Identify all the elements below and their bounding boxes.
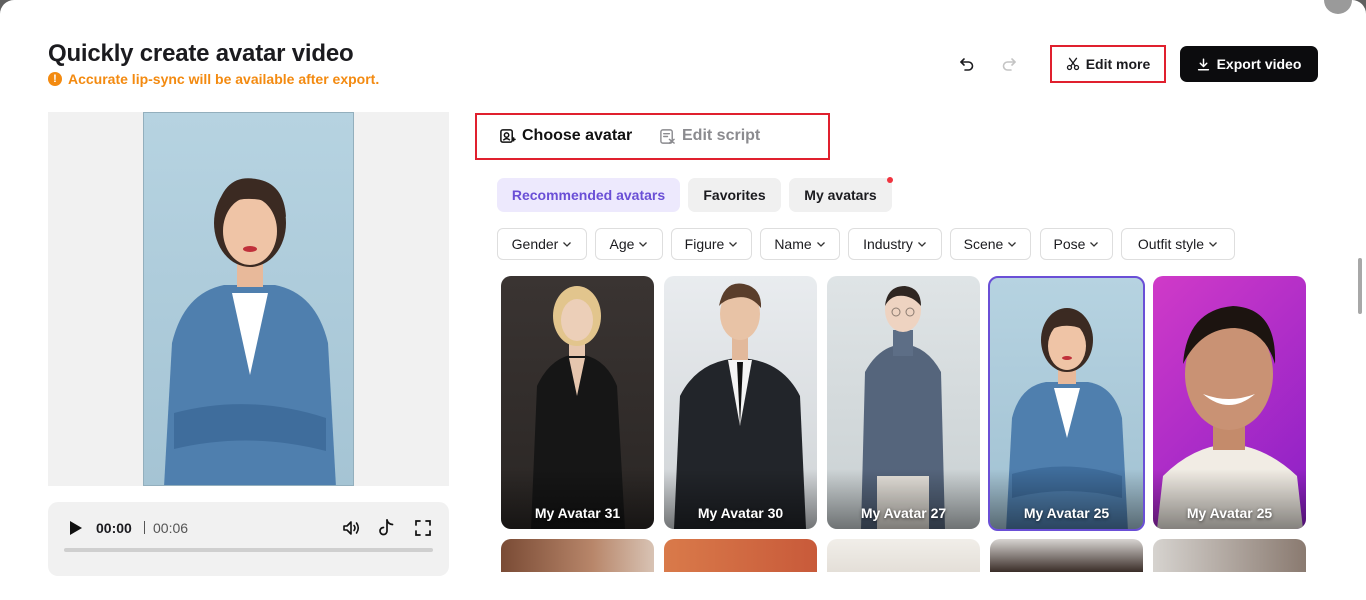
avatar-card[interactable]: My Avatar 30 [664,276,817,529]
tab-choose-avatar-label: Choose avatar [522,127,633,144]
script-icon [660,128,675,144]
avatar-name: My Avatar 25 [1023,505,1110,521]
filter-scene-label: Scene [963,236,1004,252]
export-video-label: Export video [1216,56,1302,72]
scrollbar[interactable] [1358,258,1362,314]
tab-edit-script[interactable]: Edit script [659,127,760,145]
play-icon[interactable] [66,519,84,537]
total-time: 00:06 [153,520,189,536]
playback-progress-bar[interactable] [64,548,433,552]
filter-outfit-style[interactable]: Outfit style [1121,228,1235,260]
avatar-card[interactable] [827,539,980,572]
filter-name[interactable]: Name [760,228,840,260]
chevron-down-icon [639,242,648,247]
lip-sync-warning: ! Accurate lip-sync will be available af… [48,71,379,87]
filter-scene[interactable]: Scene [950,228,1031,260]
chevron-down-icon [729,242,738,247]
current-time: 00:00 [96,520,132,536]
warning-text: Accurate lip-sync will be available afte… [68,71,380,87]
category-my-avatars[interactable]: My avatars [789,178,892,212]
avatar-card[interactable] [664,539,817,572]
tab-choose-avatar[interactable]: Choose avatar [499,127,632,145]
filter-name-label: Name [774,236,812,252]
video-player-controls: 00:00 00:06 [48,502,449,576]
category-recommended-avatars[interactable]: Recommended avatars [497,178,680,212]
tab-edit-script-label: Edit script [682,127,761,144]
avatar-card[interactable]: My Avatar 25 [1153,276,1306,529]
avatar-name: My Avatar 25 [1186,505,1273,521]
avatar-card[interactable] [1153,539,1306,572]
avatar-icon [500,128,516,143]
chevron-down-icon [563,242,572,247]
avatar-card[interactable]: My Avatar 31 [501,276,654,529]
download-icon [1197,57,1209,71]
filter-gender[interactable]: Gender [497,228,587,260]
filter-gender-label: Gender [511,236,559,252]
undo-button[interactable] [957,54,977,74]
fullscreen-icon[interactable] [414,519,432,537]
filter-figure-label: Figure [684,236,725,252]
avatar-card-selected[interactable]: My Avatar 25 [988,276,1145,531]
avatar-card[interactable] [501,539,654,572]
avatar-name: My Avatar 27 [860,505,947,521]
avatar-card[interactable] [990,539,1143,572]
volume-icon[interactable] [341,518,361,538]
avatar-preview-image [143,112,354,486]
notification-dot [887,177,893,183]
scissors-icon [1066,57,1079,71]
chevron-down-icon [917,242,926,247]
chevron-down-icon [816,242,825,247]
filter-age-label: Age [609,236,635,252]
avatar-card[interactable]: My Avatar 27 [827,276,980,529]
export-video-button[interactable]: Export video [1180,46,1318,82]
tiktok-icon[interactable] [378,518,396,538]
redo-button[interactable] [999,54,1019,74]
warning-icon: ! [48,72,62,86]
page-title: Quickly create avatar video [48,40,354,67]
chevron-down-icon [1209,242,1218,247]
filter-pose-label: Pose [1053,236,1086,252]
chevron-down-icon [1090,242,1099,247]
undo-icon [960,58,974,71]
category-favorites[interactable]: Favorites [688,178,781,212]
filter-industry[interactable]: Industry [848,228,942,260]
editor-tabs: Choose avatar Edit script [475,113,830,160]
time-divider [144,521,145,534]
filter-figure[interactable]: Figure [671,228,752,260]
avatar-video-dialog: Quickly create avatar video ! Accurate l… [0,0,1366,600]
filter-age[interactable]: Age [595,228,663,260]
chevron-down-icon [1008,242,1017,247]
avatar-preview [48,112,449,486]
filter-outfit-style-label: Outfit style [1137,236,1205,252]
edit-more-button[interactable]: Edit more [1050,45,1166,83]
filter-pose[interactable]: Pose [1040,228,1113,260]
edit-more-label: Edit more [1085,56,1151,72]
filter-industry-label: Industry [863,236,913,252]
avatar-name: My Avatar 31 [534,505,621,521]
avatar-name: My Avatar 30 [697,505,784,521]
redo-icon [1002,58,1016,71]
close-button[interactable] [1324,0,1352,14]
